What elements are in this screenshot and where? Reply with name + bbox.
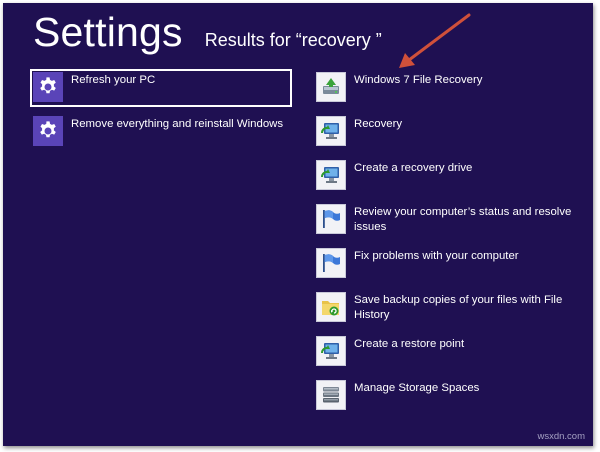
result-label: Save backup copies of your files with Fi…: [354, 294, 563, 321]
result-label: Create a recovery drive: [354, 162, 473, 174]
header: Settings Results for “recovery ”: [33, 9, 382, 56]
search-results-subtitle: Results for “recovery ”: [204, 30, 382, 50]
file-history-icon: [316, 292, 346, 322]
result-remove-everything[interactable]: Remove everything and reinstall Windows: [30, 113, 292, 151]
gear-icon: [33, 116, 63, 146]
result-refresh-your-pc[interactable]: Refresh your PC: [30, 69, 292, 107]
result-fix-problems[interactable]: Fix problems with your computer: [313, 245, 583, 289]
result-label: Create a restore point: [354, 338, 465, 350]
result-label: Fix problems with your computer: [354, 250, 519, 262]
result-label: Windows 7 File Recovery: [354, 74, 483, 86]
file-recovery-icon: [316, 72, 346, 102]
action-center-flag-icon: [316, 204, 346, 234]
annotation-arrow: [399, 13, 471, 68]
troubleshoot-flag-icon: [316, 248, 346, 278]
result-label: Recovery: [354, 118, 403, 130]
result-windows-7-file-recovery[interactable]: Windows 7 File Recovery: [313, 69, 583, 113]
result-label: Review your computer’s status and resolv…: [354, 206, 572, 233]
result-file-history[interactable]: Save backup copies of your files with Fi…: [313, 289, 583, 333]
result-recovery[interactable]: Recovery: [313, 113, 583, 157]
recovery-drive-icon: [316, 160, 346, 190]
result-label: Manage Storage Spaces: [354, 382, 480, 394]
control-panel-results-list: Windows 7 File Recovery Recovery Create …: [313, 69, 583, 421]
result-manage-storage-spaces[interactable]: Manage Storage Spaces: [313, 377, 583, 421]
storage-spaces-icon: [316, 380, 346, 410]
restore-point-icon: [316, 336, 346, 366]
result-label: Remove everything and reinstall Windows: [71, 118, 284, 130]
result-review-status[interactable]: Review your computer’s status and resolv…: [313, 201, 583, 245]
result-label: Refresh your PC: [71, 74, 156, 86]
recovery-icon: [316, 116, 346, 146]
gear-icon: [33, 72, 63, 102]
result-create-recovery-drive[interactable]: Create a recovery drive: [313, 157, 583, 201]
result-create-restore-point[interactable]: Create a restore point: [313, 333, 583, 377]
settings-results-list: Refresh your PC Remove everything and re…: [30, 69, 292, 157]
watermark: wsxdn.com: [537, 431, 585, 442]
page-title: Settings: [33, 9, 183, 55]
settings-search-screen: Settings Results for “recovery ” Refresh…: [3, 3, 593, 446]
